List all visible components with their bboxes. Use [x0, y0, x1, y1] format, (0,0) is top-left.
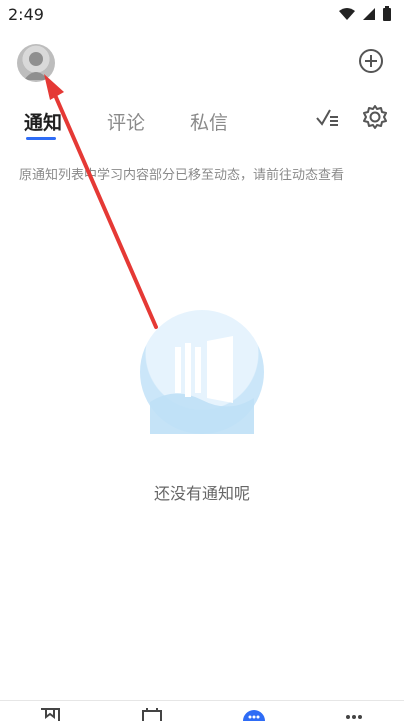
more-nav-icon[interactable]: [342, 707, 366, 721]
notice-text: 原通知列表中学习内容部分已移至动态，请前往动态查看: [19, 168, 345, 183]
checklist-icon[interactable]: [314, 104, 340, 130]
status-time: 2:49: [8, 5, 44, 24]
bottom-navigation: [0, 700, 404, 721]
tab-comments[interactable]: 评论: [107, 108, 145, 135]
wifi-icon: [339, 8, 355, 20]
empty-state-illustration: [140, 310, 264, 434]
user-avatar-icon[interactable]: [17, 44, 55, 82]
empty-state-message: 还没有通知呢: [153, 484, 250, 503]
header: [0, 40, 404, 88]
status-icons: [338, 6, 392, 22]
tab-notifications[interactable]: 通知: [24, 108, 62, 135]
active-tab-indicator: [26, 137, 56, 140]
messages-nav-icon[interactable]: [242, 707, 266, 721]
tab-messages[interactable]: 私信: [190, 108, 228, 135]
calendar-nav-icon[interactable]: [140, 707, 164, 721]
bookmark-nav-icon[interactable]: [38, 707, 62, 721]
tab-bar: 通知 评论 私信: [0, 104, 404, 144]
plus-circle-icon[interactable]: [358, 48, 384, 74]
gear-icon[interactable]: [362, 104, 388, 130]
signal-icon: [363, 8, 375, 20]
battery-icon: [383, 6, 391, 21]
tab-tools: [314, 104, 388, 130]
status-bar: 2:49: [0, 0, 404, 30]
